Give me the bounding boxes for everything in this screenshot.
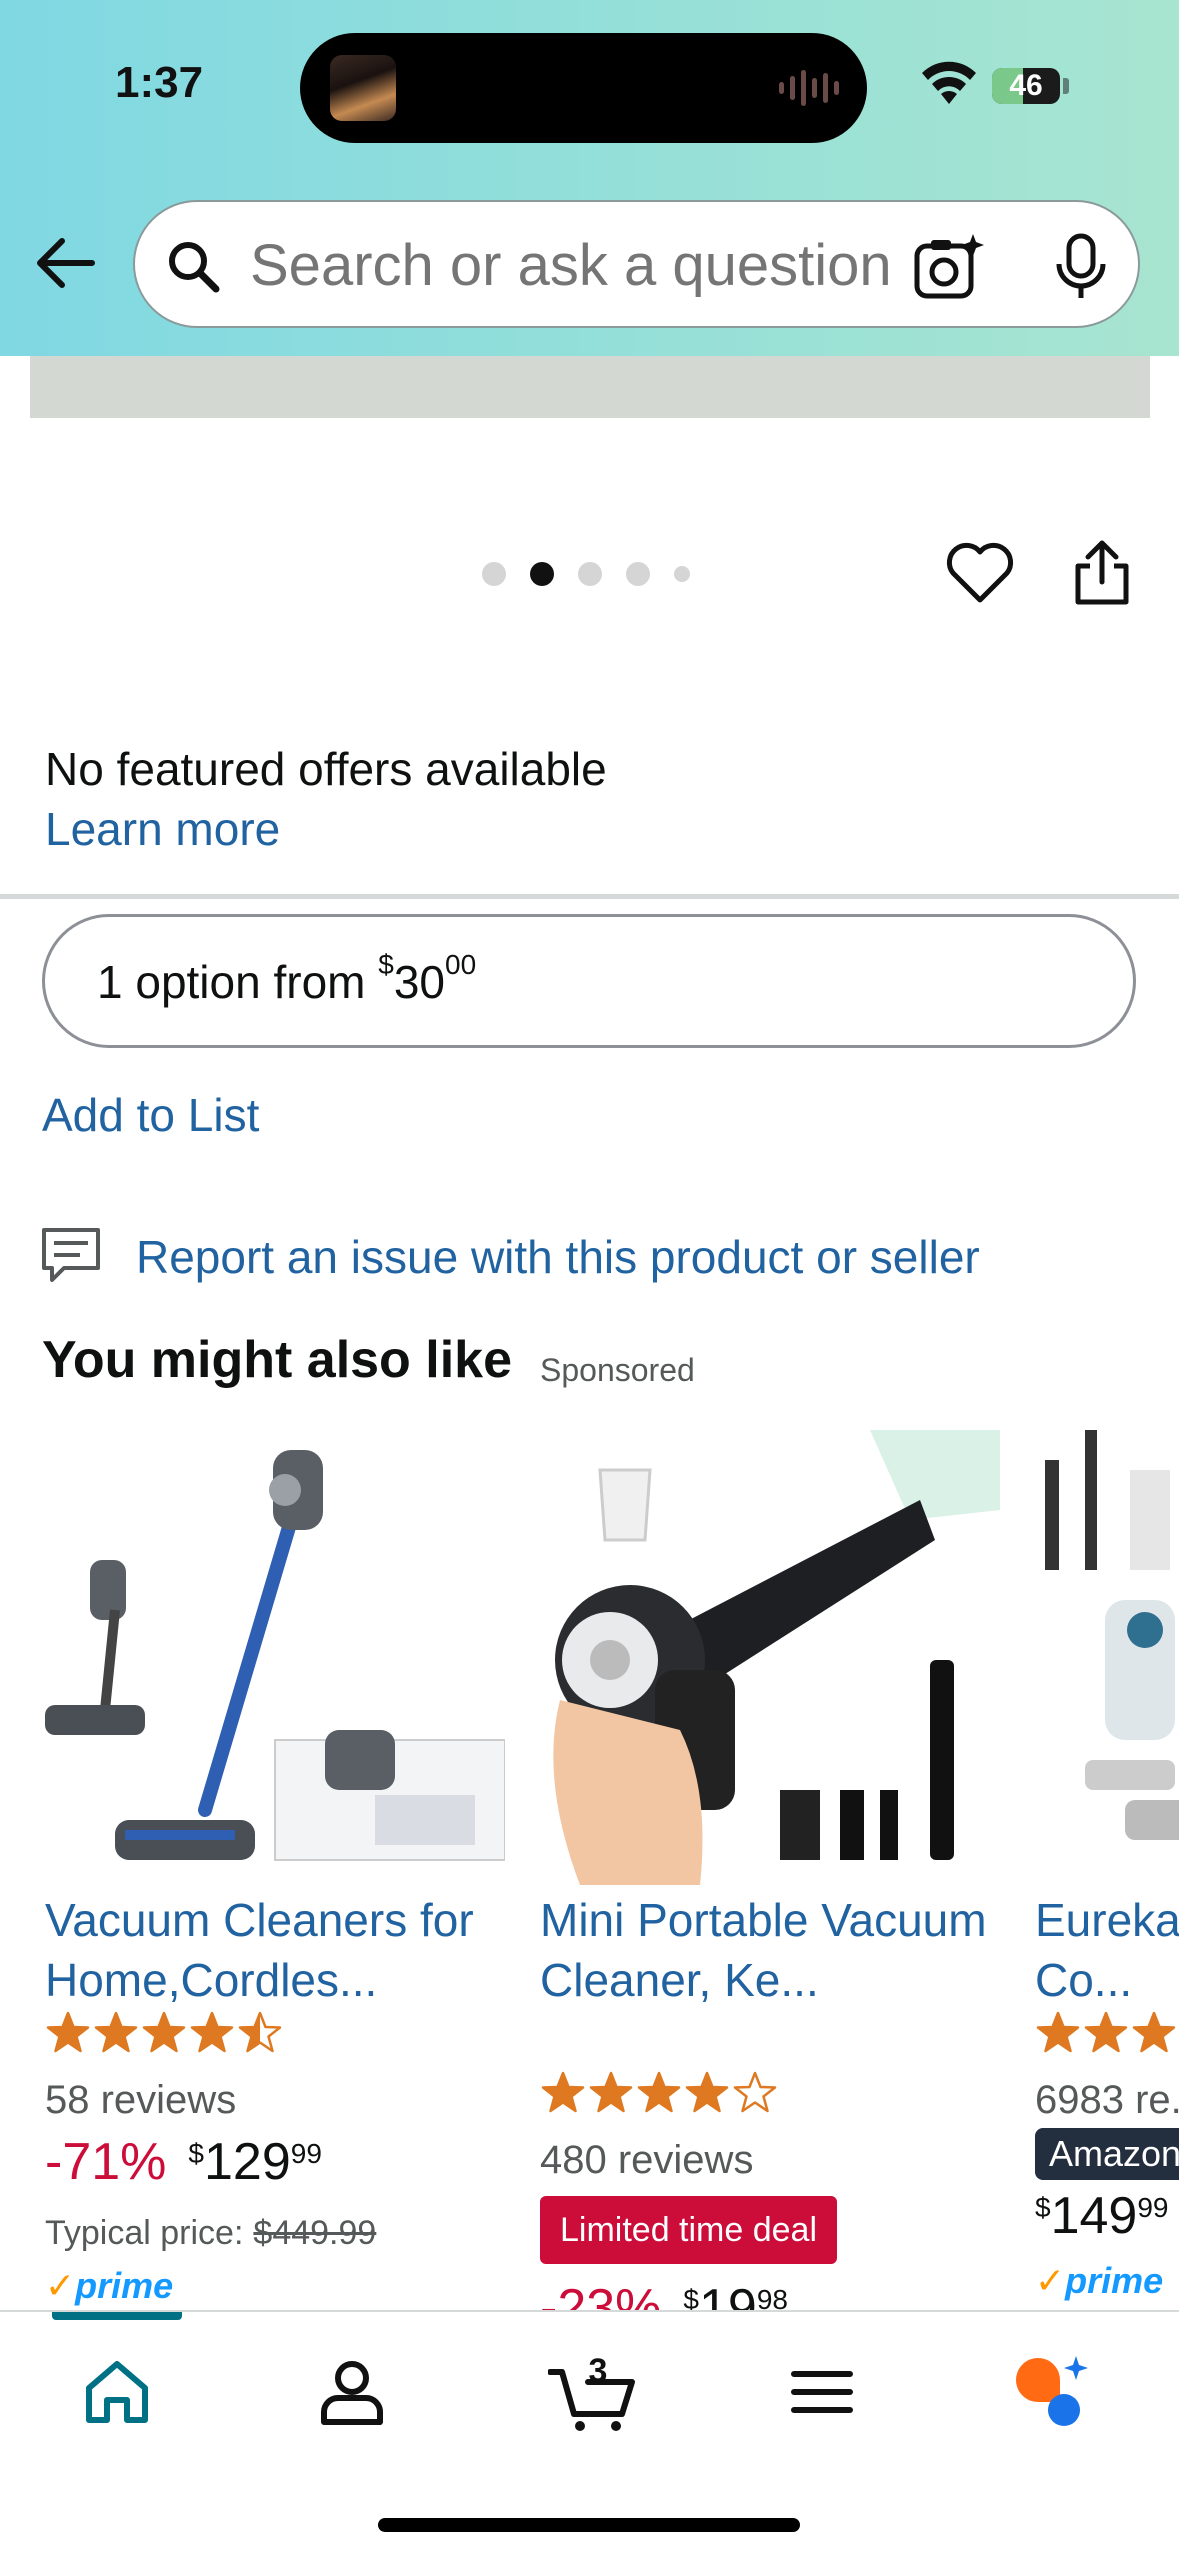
star-empty-icon xyxy=(733,2071,777,2113)
account-icon[interactable] xyxy=(312,2352,392,2432)
section-title: You might also like xyxy=(42,1331,513,1389)
home-icon[interactable] xyxy=(77,2352,157,2432)
no-featured-offers-text: No featured offers available xyxy=(45,743,607,795)
search-icon xyxy=(169,242,220,293)
search-bar[interactable] xyxy=(133,200,1140,328)
price: -71% $ 129 99 xyxy=(45,2133,322,2191)
status-time: 1:37 xyxy=(115,58,204,107)
star-rating xyxy=(1035,2010,1179,2056)
audio-wave-icon xyxy=(779,67,839,109)
product-image-handheld-vacuum[interactable] xyxy=(540,1430,1000,1885)
star-full-icon xyxy=(1084,2011,1128,2053)
battery-icon: 46 xyxy=(992,68,1060,104)
product-image[interactable] xyxy=(30,356,1150,418)
add-to-list-link[interactable]: Add to List xyxy=(42,1088,259,1142)
limited-time-deal-badge: Limited time deal xyxy=(540,2196,838,2264)
product-image-stick-vacuum[interactable] xyxy=(45,1430,505,1885)
carousel-dot[interactable] xyxy=(482,562,506,586)
image-carousel-dots[interactable] xyxy=(482,560,690,588)
battery-level: 46 xyxy=(1009,69,1043,102)
menu-icon[interactable] xyxy=(782,2352,862,2432)
battery-nub xyxy=(1063,78,1069,94)
product-image-cordless-vacuum[interactable] xyxy=(1035,1430,1179,1885)
product-card[interactable]: Eureka Stylus Pro Co... 6983 re... Amazo… xyxy=(1035,1430,1179,2310)
review-count: 6983 re... xyxy=(1035,2078,1179,2122)
back-arrow-icon[interactable] xyxy=(30,228,100,298)
learn-more-link[interactable]: Learn more xyxy=(45,802,280,856)
star-half-icon xyxy=(238,2011,282,2053)
carousel-dot[interactable] xyxy=(626,562,650,586)
star-full-icon xyxy=(541,2071,585,2113)
star-full-icon xyxy=(1132,2011,1176,2053)
typical-price: Typical price: $449.99 xyxy=(45,2214,377,2252)
star-full-icon xyxy=(1036,2011,1080,2053)
share-icon[interactable] xyxy=(1070,538,1134,608)
now-playing-thumbnail xyxy=(330,55,396,121)
carousel-dot[interactable] xyxy=(530,562,554,586)
product-title[interactable]: Vacuum Cleaners for Home,Cordles... xyxy=(45,1890,505,2010)
heart-icon[interactable] xyxy=(945,540,1015,606)
cart-count: 3 xyxy=(588,2352,608,2390)
star-full-icon xyxy=(46,2011,90,2053)
rufus-assistant-icon[interactable] xyxy=(1010,2352,1090,2432)
star-full-icon xyxy=(94,2011,138,2053)
price: -23% $ 19 98 xyxy=(540,2278,788,2310)
amazon-badge: Amazon xyxy=(1035,2128,1179,2180)
product-title[interactable]: Eureka Stylus Pro Co... xyxy=(1035,1890,1179,2010)
sponsored-label: Sponsored xyxy=(540,1352,695,1388)
review-count: 480 reviews xyxy=(540,2138,754,2182)
other-options-button[interactable]: 1 option from $3000 xyxy=(42,914,1136,1048)
microphone-icon[interactable] xyxy=(1047,232,1115,302)
star-full-icon xyxy=(685,2071,729,2113)
price: $ 149 99 xyxy=(1035,2187,1169,2245)
header: 1:37 46 xyxy=(0,0,1179,356)
report-issue-link[interactable]: Report an issue with this product or sel… xyxy=(136,1230,980,1284)
carousel-dot[interactable] xyxy=(674,566,690,582)
prime-badge: ✓prime xyxy=(1035,2260,1164,2301)
discount: -23% xyxy=(540,2279,662,2310)
wifi-icon xyxy=(922,61,976,104)
star-full-icon xyxy=(637,2071,681,2113)
prime-badge: ✓prime xyxy=(45,2265,174,2306)
star-full-icon xyxy=(190,2011,234,2053)
carousel-dot[interactable] xyxy=(578,562,602,586)
star-rating xyxy=(45,2010,283,2056)
active-tab-indicator xyxy=(52,2312,182,2320)
product-title[interactable]: Mini Portable Vacuum Cleaner, Ke... xyxy=(540,1890,1000,2010)
option-text: 1 option from $3000 xyxy=(97,949,477,1008)
camera-search-icon[interactable] xyxy=(913,230,987,304)
report-issue-icon xyxy=(42,1228,100,1282)
star-rating xyxy=(540,2070,778,2116)
dynamic-island[interactable] xyxy=(300,33,867,143)
discount: -71% xyxy=(45,2133,167,2191)
review-count: 58 reviews xyxy=(45,2078,237,2122)
divider xyxy=(0,894,1179,899)
product-card[interactable]: Vacuum Cleaners for Home,Cordles... 58 r… xyxy=(45,1430,505,2310)
product-card[interactable]: Mini Portable Vacuum Cleaner, Ke... 480 … xyxy=(540,1430,1000,2310)
star-full-icon xyxy=(142,2011,186,2053)
home-indicator[interactable] xyxy=(378,2518,800,2532)
search-input[interactable] xyxy=(250,232,940,300)
star-full-icon xyxy=(589,2071,633,2113)
